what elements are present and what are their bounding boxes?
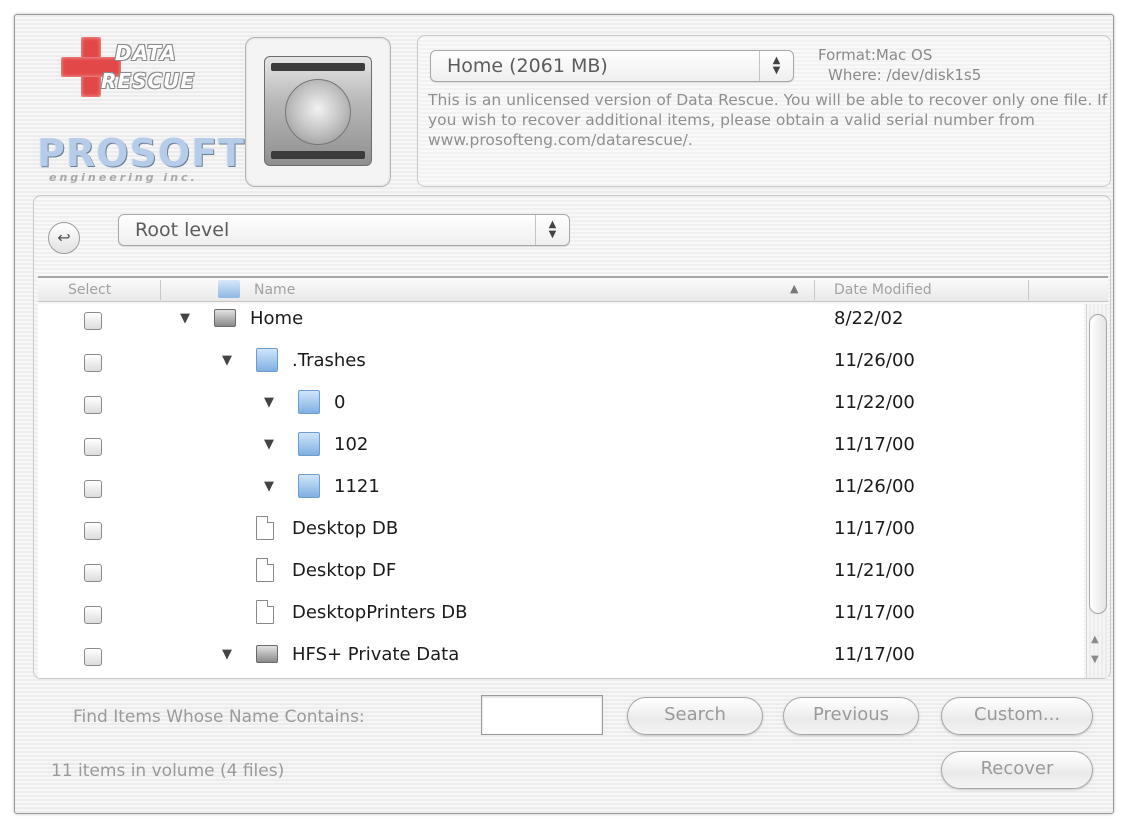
recover-button[interactable]: Recover	[941, 751, 1093, 789]
select-checkbox[interactable]	[84, 312, 102, 330]
logo: DATA RESCUE PROSOFT engineering inc.	[19, 19, 247, 199]
disk-icon	[214, 309, 236, 327]
logo-word-data: DATA	[115, 41, 177, 65]
file-icon	[256, 516, 274, 540]
scroll-up-arrow-icon[interactable]: ▲	[1091, 634, 1099, 645]
row-date-modified: 11/26/00	[834, 350, 915, 371]
select-checkbox[interactable]	[84, 564, 102, 582]
row-name: 0	[334, 392, 346, 413]
folder-icon	[218, 280, 240, 298]
table-row[interactable]: Desktop DB 11/17/00	[38, 514, 1084, 556]
row-name: Desktop DB	[292, 518, 399, 539]
row-date-modified: 11/26/00	[834, 476, 915, 497]
row-date-modified: 11/17/00	[834, 644, 915, 665]
folder-icon	[298, 474, 320, 498]
column-date-modified[interactable]: Date Modified	[834, 282, 932, 302]
status-text: 11 items in volume (4 files)	[51, 761, 285, 781]
select-checkbox[interactable]	[84, 648, 102, 666]
prosoft-subtitle: engineering inc.	[49, 171, 198, 184]
select-checkbox[interactable]	[84, 522, 102, 540]
vertical-scrollbar[interactable]: ▲ ▼	[1086, 304, 1108, 678]
table-row[interactable]: ▼ 0 11/22/00	[38, 388, 1084, 430]
select-checkbox[interactable]	[84, 606, 102, 624]
level-popup-value: Root level	[135, 219, 230, 241]
logo-word-rescue: RESCUE	[101, 69, 196, 93]
select-checkbox[interactable]	[84, 396, 102, 414]
table-row[interactable]: ▼ HFS+ Private Data 11/17/00	[38, 640, 1084, 678]
row-name: 1121	[334, 476, 380, 497]
volume-where: Where: /dev/disk1s5	[828, 66, 982, 84]
level-popup[interactable]: Root level ▲ ▼	[118, 214, 570, 246]
folder-icon	[298, 390, 320, 414]
row-date-modified: 11/21/00	[834, 560, 915, 581]
row-name: HFS+ Private Data	[292, 644, 460, 665]
column-name[interactable]: Name	[254, 282, 295, 302]
table-row[interactable]: ▼ 1121 11/26/00	[38, 472, 1084, 514]
previous-button[interactable]: Previous	[783, 697, 919, 735]
folder-icon	[256, 348, 278, 372]
folder-icon	[298, 432, 320, 456]
disclosure-triangle-icon[interactable]: ▼	[222, 353, 232, 368]
sort-ascending-icon: ▲	[790, 282, 799, 295]
disk-icon	[256, 645, 278, 663]
file-browser-panel: ↩ Root level ▲ ▼ Select Name ▲ Date Modif…	[33, 195, 1111, 679]
file-list: ▼ Home 8/22/02 ▼ .Trashes 11/26/00 ▼ 0 11/22/00 ▼…	[38, 304, 1084, 678]
row-date-modified: 11/17/00	[834, 518, 915, 539]
table-row[interactable]: DesktopPrinters DB 11/17/00	[38, 598, 1084, 640]
disclosure-triangle-icon[interactable]: ▼	[264, 395, 274, 410]
volume-info-panel: Home (2061 MB) ▲ ▼ Format:Mac OS Where: /…	[417, 35, 1111, 187]
row-name: Home	[250, 308, 304, 329]
disclosure-triangle-icon[interactable]: ▼	[264, 479, 274, 494]
select-checkbox[interactable]	[84, 438, 102, 456]
row-date-modified: 11/22/00	[834, 392, 915, 413]
scroll-down-arrow-icon[interactable]: ▼	[1091, 654, 1099, 665]
popup-arrows-icon: ▲ ▼	[535, 215, 569, 245]
table-row[interactable]: Desktop DF 11/21/00	[38, 556, 1084, 598]
disk-image-well	[245, 37, 391, 187]
license-notice: This is an unlicensed version of Data Re…	[428, 91, 1108, 149]
table-row[interactable]: ▼ .Trashes 11/26/00	[38, 346, 1084, 388]
custom-button[interactable]: Custom...	[941, 697, 1093, 735]
volume-format: Format:Mac OS	[818, 46, 933, 64]
row-name: 102	[334, 434, 369, 455]
disclosure-triangle-icon[interactable]: ▼	[180, 311, 190, 326]
column-select[interactable]: Select	[68, 282, 111, 302]
file-icon	[256, 558, 274, 582]
row-date-modified: 11/17/00	[834, 602, 915, 623]
popup-arrows-icon: ▲ ▼	[759, 51, 793, 81]
prosoft-logo: PROSOFT	[37, 131, 245, 175]
select-checkbox[interactable]	[84, 480, 102, 498]
data-rescue-window: DATA RESCUE PROSOFT engineering inc. Hom…	[14, 14, 1114, 814]
row-name: DesktopPrinters DB	[292, 602, 468, 623]
select-checkbox[interactable]	[84, 354, 102, 372]
disclosure-triangle-icon[interactable]: ▼	[222, 647, 232, 662]
hard-disk-icon	[264, 56, 372, 166]
file-icon	[256, 600, 274, 624]
list-header: Select Name ▲ Date Modified	[38, 276, 1108, 302]
volume-popup-value: Home (2061 MB)	[447, 55, 608, 77]
row-date-modified: 8/22/02	[834, 308, 904, 329]
find-label: Find Items Whose Name Contains:	[73, 707, 365, 727]
table-row[interactable]: ▼ Home 8/22/02	[38, 304, 1084, 346]
disclosure-triangle-icon[interactable]: ▼	[264, 437, 274, 452]
row-date-modified: 11/17/00	[834, 434, 915, 455]
search-button[interactable]: Search	[627, 697, 763, 735]
row-name: .Trashes	[292, 350, 366, 371]
row-name: Desktop DF	[292, 560, 397, 581]
volume-popup[interactable]: Home (2061 MB) ▲ ▼	[430, 50, 794, 82]
back-arrow-icon[interactable]: ↩	[48, 222, 80, 254]
scroll-thumb[interactable]	[1089, 314, 1107, 614]
table-row[interactable]: ▼ 102 11/17/00	[38, 430, 1084, 472]
find-name-input[interactable]	[481, 695, 603, 735]
